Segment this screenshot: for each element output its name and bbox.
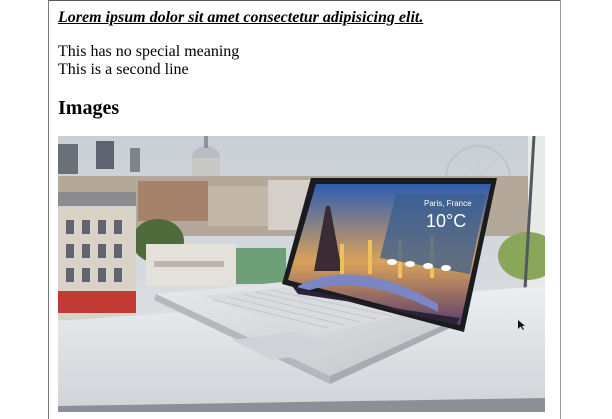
section-title: Images (58, 97, 120, 119)
paragraph: This has no special meaning This is a se… (58, 43, 239, 79)
paragraph-line-2: This is a second line (58, 61, 189, 78)
content-right-border (560, 0, 561, 419)
content-left-border (48, 0, 49, 419)
content-top-border (48, 0, 561, 1)
weather-temp: 10°C (426, 211, 466, 231)
weather-city: Paris, France (424, 199, 472, 208)
paragraph-line-1: This has no special meaning (58, 43, 240, 60)
mouse-cursor-icon (518, 320, 525, 330)
laptop-photo: Paris, France 10°C (58, 136, 545, 412)
page-headline[interactable]: Lorem ipsum dolor sit amet consectetur a… (58, 9, 423, 27)
